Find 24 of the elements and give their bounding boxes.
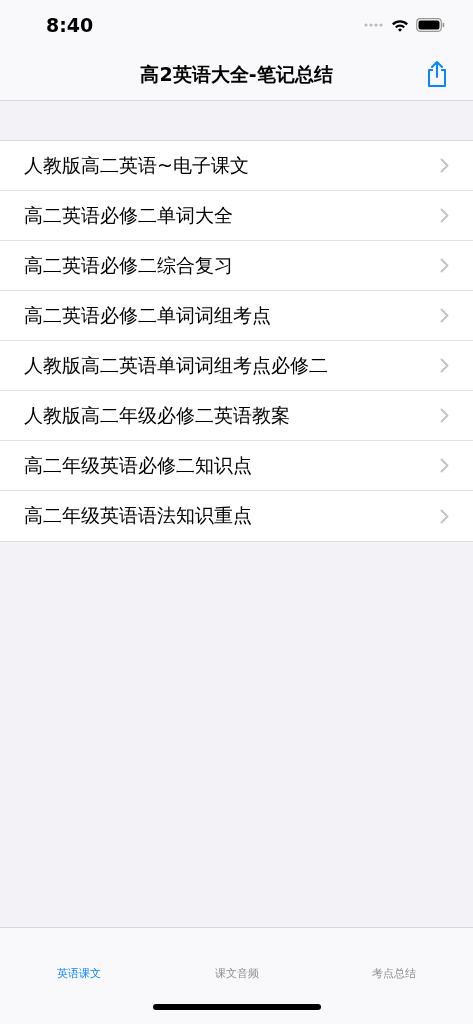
tab[interactable]: 英语课文	[0, 966, 158, 981]
list-item[interactable]: 高二英语必修二单词词组考点	[0, 291, 473, 341]
signal-dots-icon	[364, 23, 384, 27]
chevron-icon	[440, 458, 449, 473]
battery-icon	[416, 18, 445, 32]
list-item[interactable]: 人教版高二年级必修二英语教案	[0, 391, 473, 441]
list-item[interactable]: 人教版高二英语单词词组考点必修二	[0, 341, 473, 391]
wifi-icon	[391, 18, 409, 32]
status-time: 8:40	[46, 14, 94, 36]
chevron-icon	[440, 508, 449, 524]
chevron-icon	[440, 158, 449, 173]
list-item[interactable]: 高二英语必修二单词大全	[0, 191, 473, 241]
list-item[interactable]: 人教版高二英语~电子课文	[0, 141, 473, 191]
chevron-icon	[440, 308, 449, 323]
chevron-icon	[440, 208, 449, 223]
chevron-icon	[440, 358, 449, 373]
chevron-icon	[440, 408, 449, 423]
share-button[interactable]	[425, 59, 449, 89]
share-icon	[426, 60, 448, 88]
list-item[interactable]: 高二年级英语必修二知识点	[0, 441, 473, 491]
chevron-icon	[440, 258, 449, 273]
list-item[interactable]: 高二年级英语语法知识重点	[0, 491, 473, 541]
list-item[interactable]: 高二英语必修二综合复习	[0, 241, 473, 291]
nav-title: 高2英语大全-笔记总结	[140, 62, 333, 87]
